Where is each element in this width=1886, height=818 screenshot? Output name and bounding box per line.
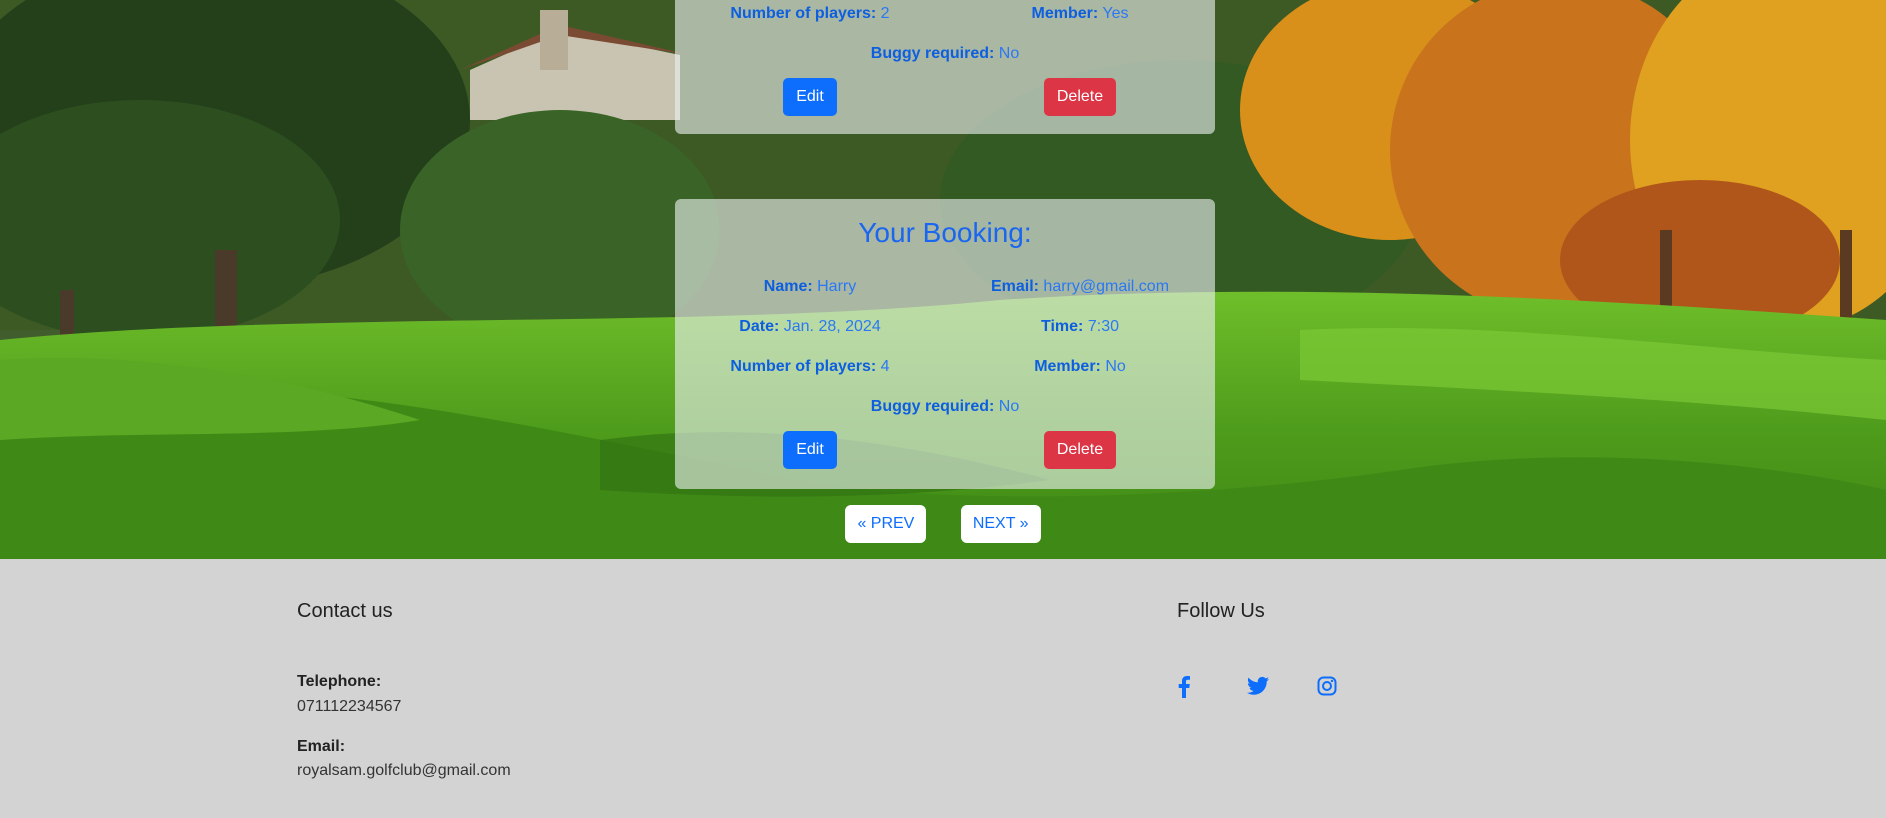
name-value: Harry [817,278,857,295]
booking-card: Number of players: 2 Member: Yes Buggy r… [675,0,1215,134]
name-field: Name: Harry [675,278,945,296]
member-value: Yes [1102,5,1129,22]
name-label: Name: [763,278,813,295]
next-page-button[interactable]: NEXT » [960,505,1041,543]
social-links [1177,676,1387,700]
member-field: Member: No [945,358,1215,376]
edit-button[interactable]: Edit [783,431,837,469]
contact-heading: Contact us [297,600,393,622]
date-value: Jan. 28, 2024 [783,318,881,335]
facebook-icon[interactable] [1177,676,1247,700]
players-label: Number of players: [730,5,877,22]
players-value: 2 [880,5,890,22]
time-value: 7:30 [1087,318,1119,335]
email-label: Email: [297,738,346,755]
buggy-label: Buggy required: [870,45,995,62]
footer: Contact us Telephone: 071112234567 Email… [0,559,1886,818]
buggy-label: Buggy required: [870,398,995,415]
buggy-field: Buggy required: No [675,398,1215,416]
member-value: No [1105,358,1126,375]
member-label: Member: [1031,5,1099,22]
email-value: harry@gmail.com [1043,278,1170,295]
email-label: Email: [990,278,1039,295]
member-field: Member: Yes [945,5,1215,23]
date-label: Date: [739,318,780,335]
players-field: Number of players: 4 [675,358,945,376]
member-label: Member: [1034,358,1101,375]
telephone-value: 071112234567 [297,698,402,715]
email-field: Email: harry@gmail.com [945,278,1215,296]
email-value: royalsam.golfclub@gmail.com [297,762,511,779]
telephone-label: Telephone: [297,673,382,690]
buggy-value: No [998,398,1020,415]
prev-page-button[interactable]: « PREV [845,505,927,543]
players-label: Number of players: [730,358,877,375]
instagram-icon[interactable] [1317,676,1387,700]
date-field: Date: Jan. 28, 2024 [675,318,945,336]
buggy-field: Buggy required: No [675,45,1215,63]
delete-button[interactable]: Delete [1043,431,1117,469]
time-label: Time: [1041,318,1084,335]
twitter-icon[interactable] [1247,676,1317,700]
buggy-value: No [998,45,1020,62]
delete-button[interactable]: Delete [1043,78,1117,116]
booking-card: Your Booking: Name: Harry Email: harry@g… [675,199,1215,489]
booking-title: Your Booking: [858,217,1032,248]
players-value: 4 [880,358,890,375]
players-field: Number of players: 2 [675,5,945,23]
follow-heading: Follow Us [1177,600,1265,622]
edit-button[interactable]: Edit [783,78,837,116]
time-field: Time: 7:30 [945,318,1215,336]
pagination: « PREV NEXT » [0,505,1886,543]
